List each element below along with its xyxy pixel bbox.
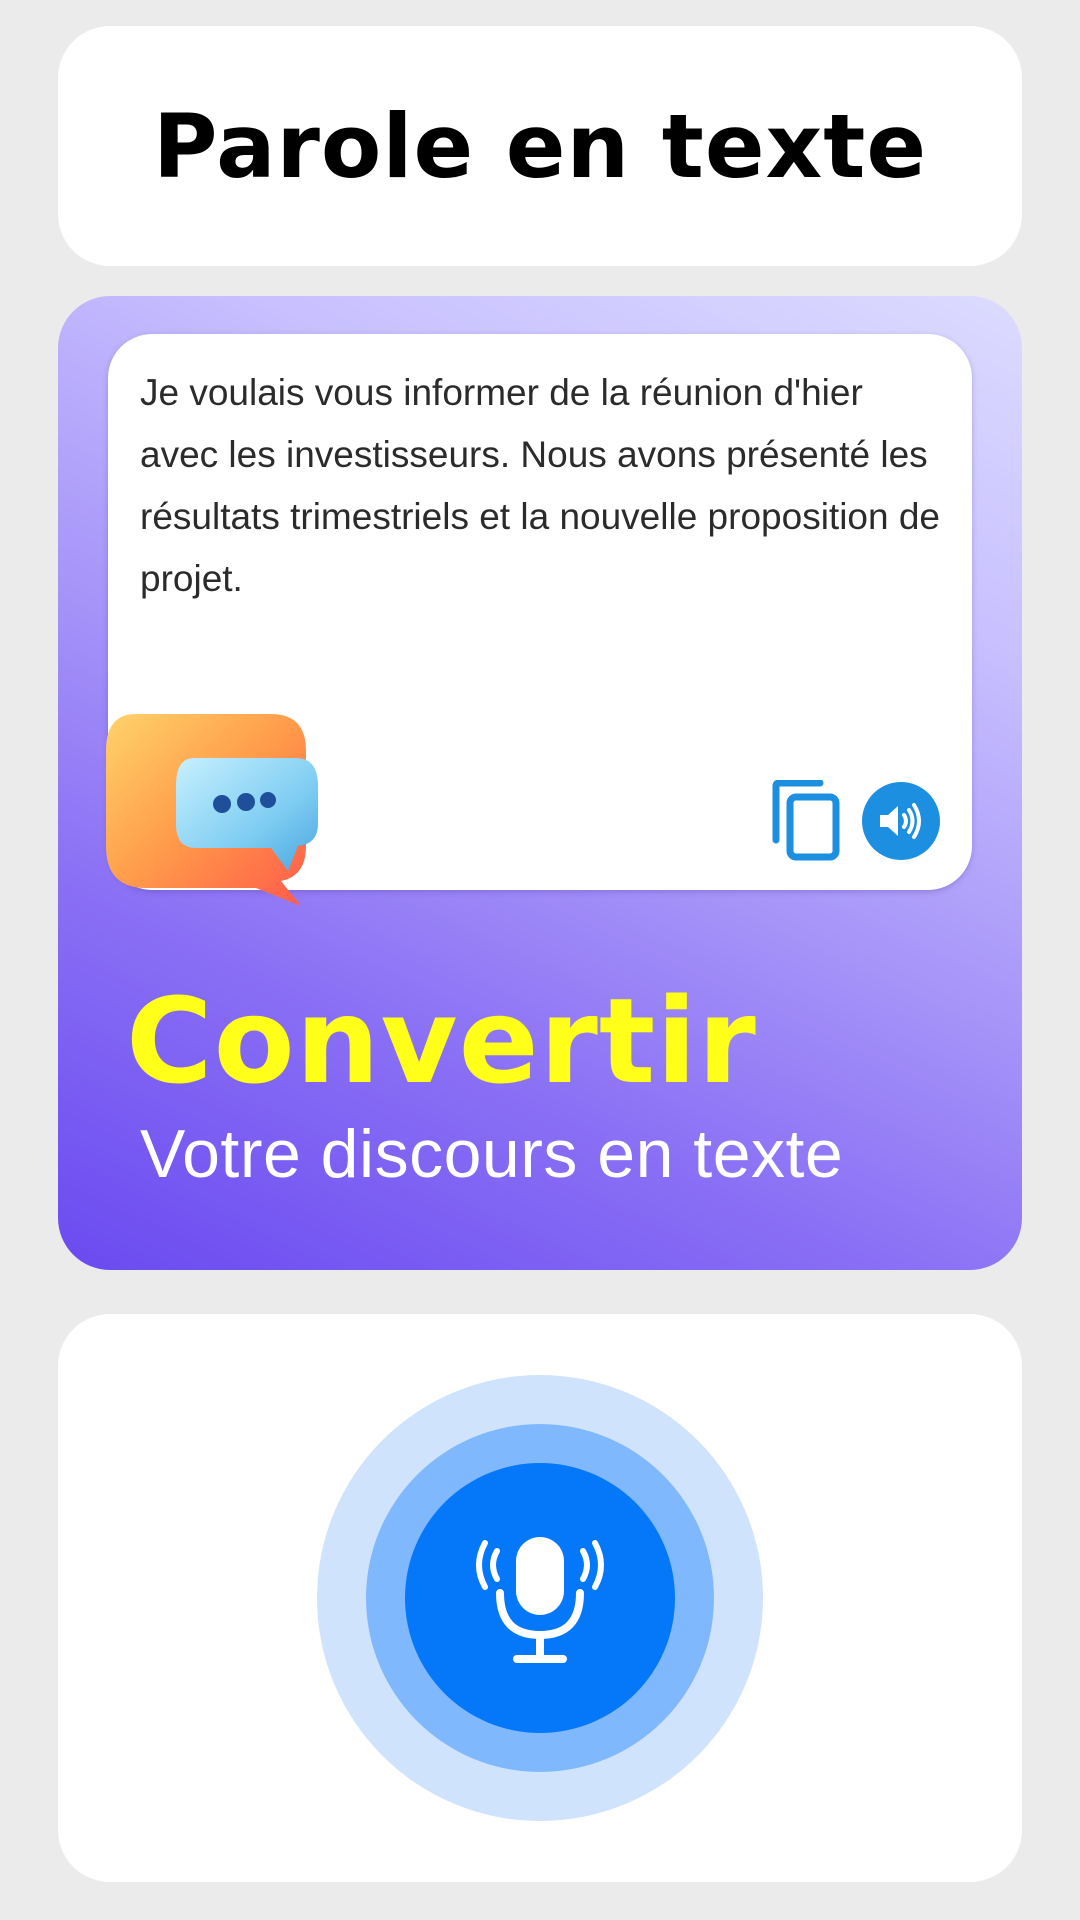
promo-subheading: Votre discours en texte: [140, 1116, 844, 1192]
promo-heading: Convertir: [126, 972, 757, 1110]
microphone-icon: [476, 1537, 604, 1663]
page-title: Parole en texte: [152, 94, 928, 198]
chat-bubble-illustration: [96, 706, 326, 916]
microphone-button[interactable]: [405, 1463, 675, 1733]
promo-banner: Je voulais vous informer de la réunion d…: [58, 296, 1022, 1270]
speaker-icon: [880, 803, 921, 839]
transcript-text: Je voulais vous informer de la réunion d…: [140, 372, 940, 599]
header-card: Parole en texte: [58, 26, 1022, 266]
copy-icon: [772, 779, 840, 861]
speaker-button[interactable]: [862, 782, 940, 860]
mic-card: [58, 1314, 1022, 1882]
copy-button[interactable]: [770, 779, 842, 862]
